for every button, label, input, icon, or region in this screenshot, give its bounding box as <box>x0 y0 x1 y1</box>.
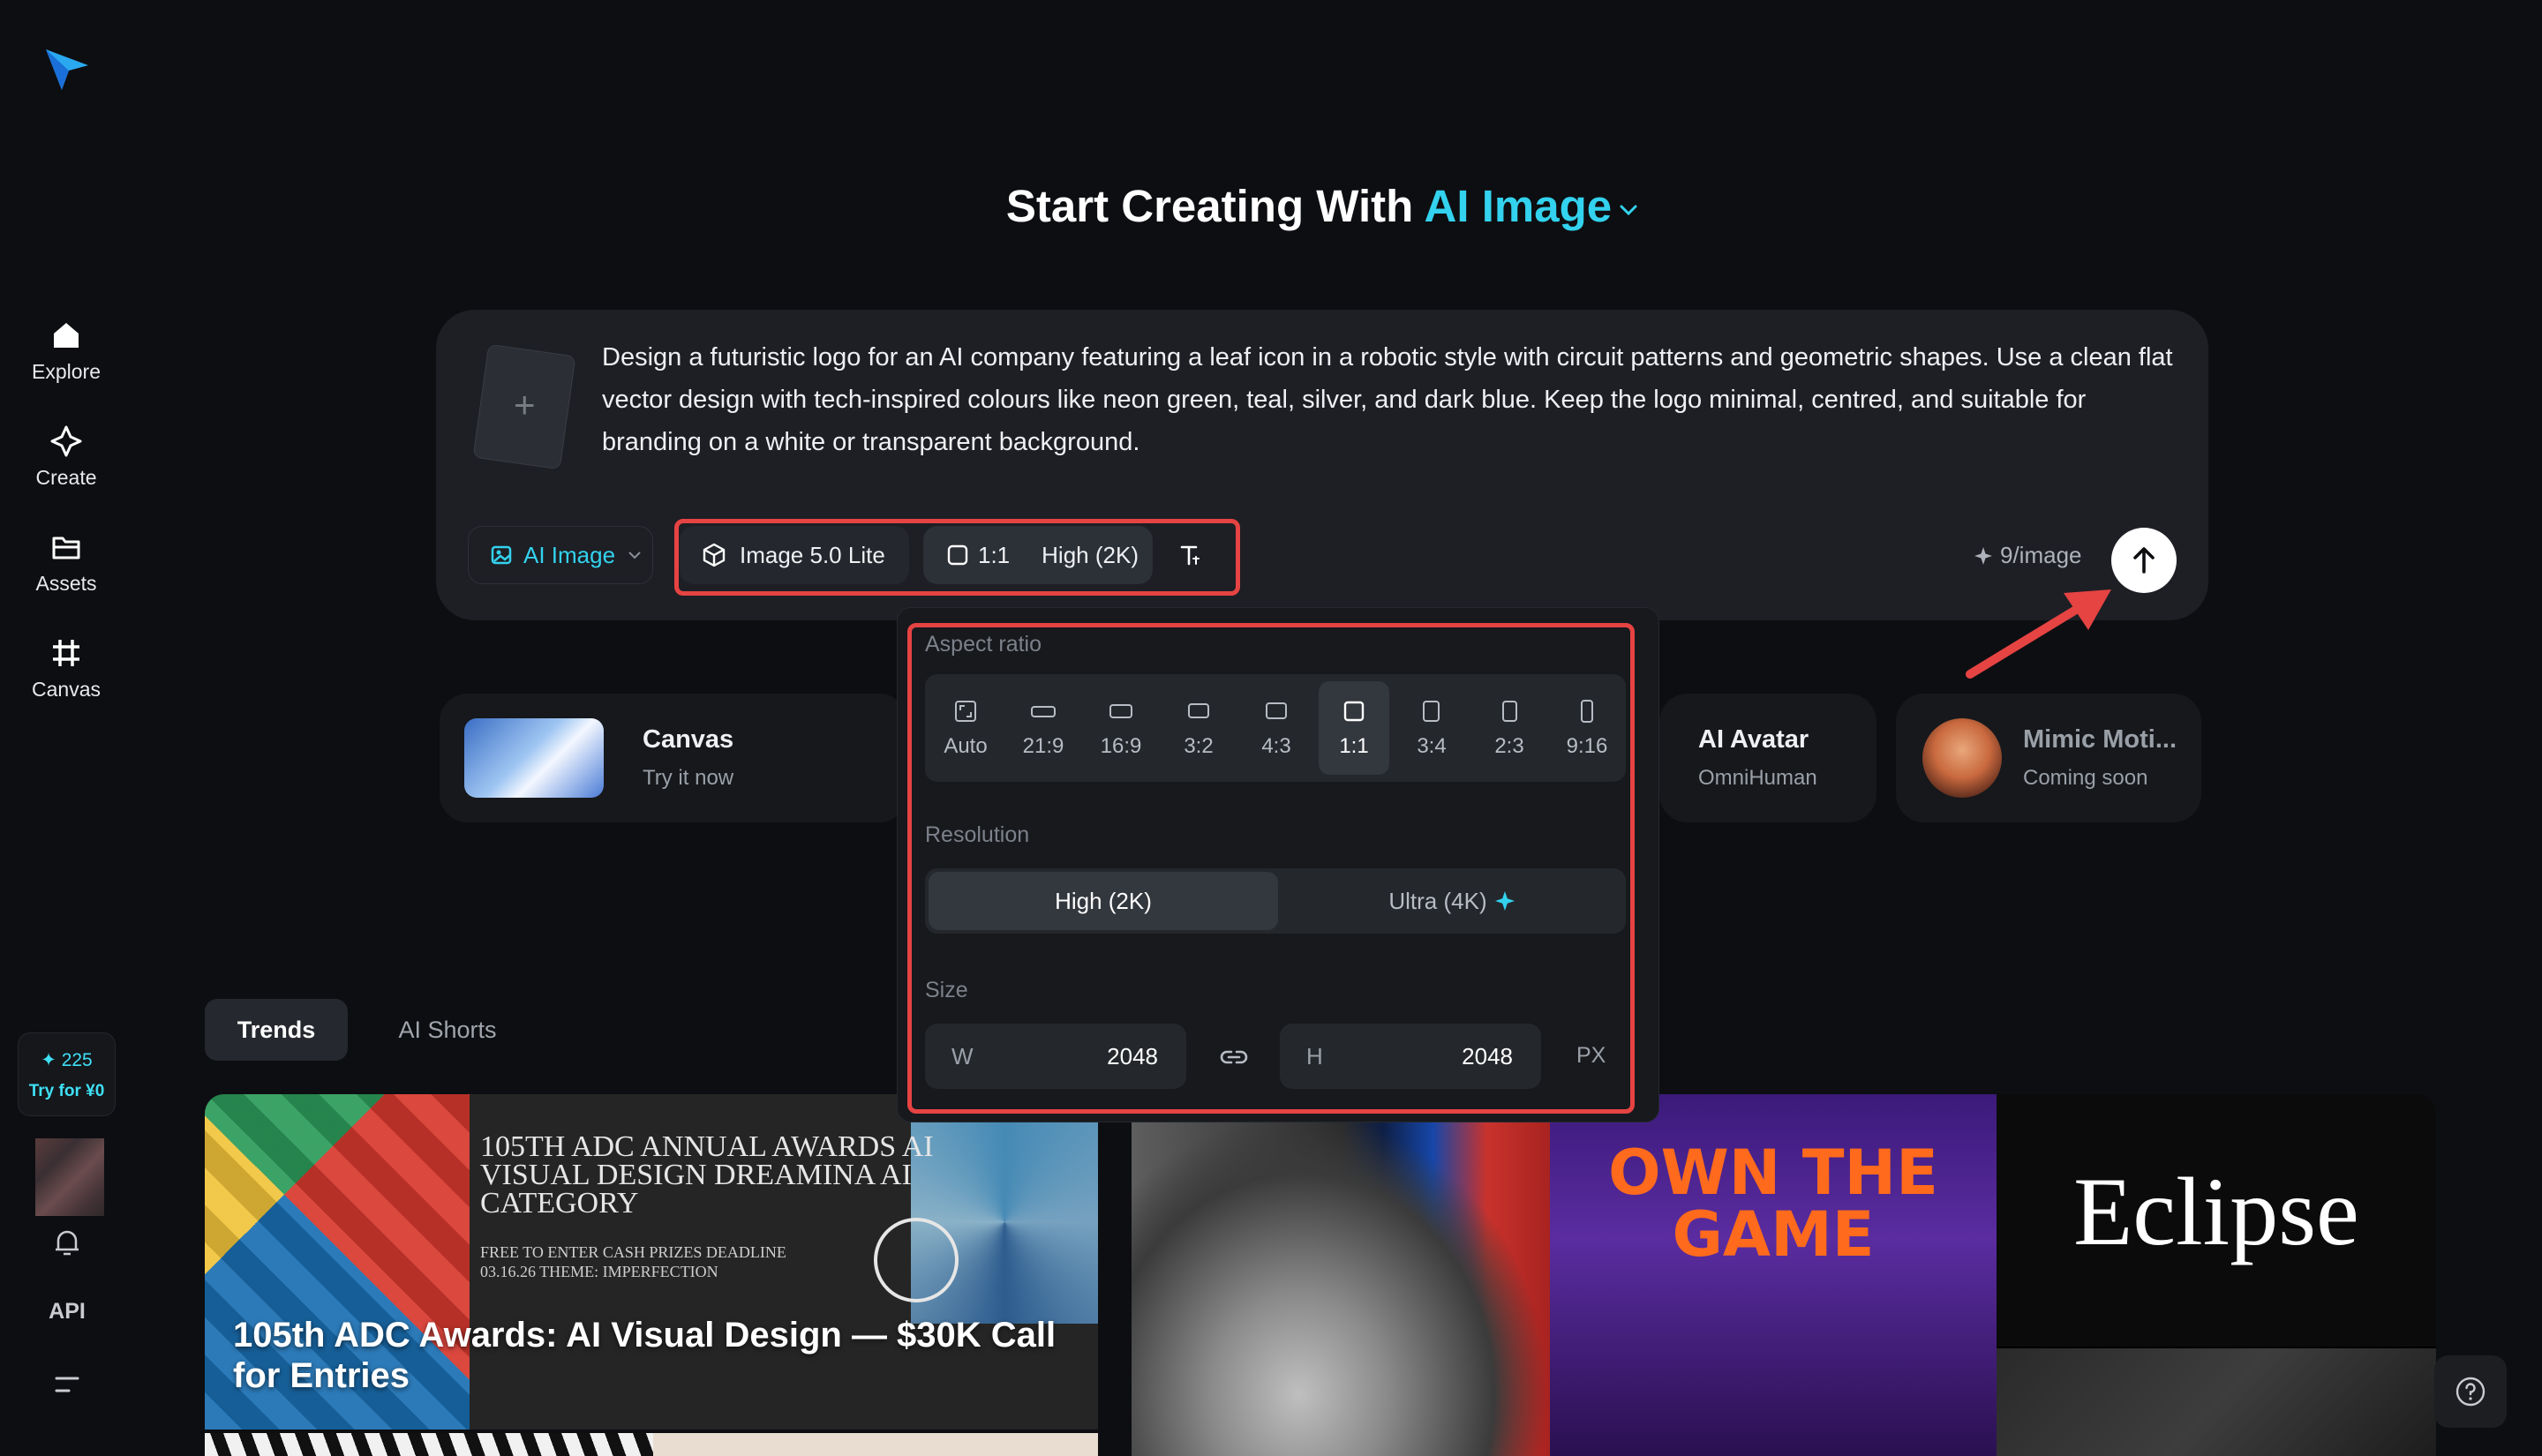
prompt-input[interactable]: Design a futuristic logo for an AI compa… <box>602 336 2173 463</box>
annotation-arrow-icon <box>1959 582 2118 688</box>
gallery-item-portrait[interactable] <box>653 1433 1098 1456</box>
cost-label: 9/image <box>2000 542 2082 568</box>
sidebar-item-assets[interactable]: Assets <box>0 529 132 596</box>
image-icon <box>490 543 515 567</box>
feature-card-ai-avatar[interactable]: AI Avatar OmniHuman <box>1659 694 1876 822</box>
sidebar-item-canvas[interactable]: Canvas <box>0 635 132 702</box>
gallery-item-torn-face[interactable] <box>1132 1112 1550 1456</box>
gallery-item-adc-awards[interactable]: 105TH ADC ANNUAL AWARDS AI VISUAL DESIGN… <box>205 1094 1098 1430</box>
sidebar-item-label: Explore <box>32 360 101 383</box>
feature-card-title: Canvas <box>643 725 734 754</box>
page-title: Start Creating With AI Image <box>0 180 2542 232</box>
trends-gallery: 105TH ADC ANNUAL AWARDS AI VISUAL DESIGN… <box>205 1094 2436 1456</box>
gallery-item-striped[interactable] <box>205 1433 653 1456</box>
sparkle-icon <box>49 424 84 459</box>
poster-details: FREE TO ENTER CASH PRIZES DEADLINE 03.16… <box>480 1243 786 1280</box>
plus-icon: + <box>514 384 536 426</box>
sidebar-item-explore[interactable]: Explore <box>0 318 132 384</box>
mode-label: AI Image <box>523 541 616 568</box>
sparkle-icon <box>1974 546 1993 566</box>
avatar[interactable] <box>35 1138 104 1216</box>
credits-cta: Try for ¥0 <box>28 1082 105 1100</box>
canvas-thumbnail <box>464 718 604 798</box>
title-accent: AI Image <box>1424 181 1613 231</box>
chevron-down-icon <box>1615 197 1642 223</box>
sidebar-item-label: Assets <box>35 572 97 595</box>
send-button[interactable] <box>2111 528 2177 593</box>
generation-mode-dropdown[interactable]: AI Image <box>468 526 653 584</box>
bell-icon[interactable] <box>49 1225 85 1260</box>
feature-card-title: Mimic Moti... <box>2023 725 2177 754</box>
arrow-up-icon <box>2127 544 2161 577</box>
credits-badge[interactable]: ✦ 225 Try for ¥0 <box>18 1032 116 1116</box>
adc-logo-icon <box>874 1218 959 1302</box>
app-logo[interactable] <box>42 44 92 94</box>
tab-ai-shorts[interactable]: AI Shorts <box>371 999 524 1061</box>
feature-card-subtitle: Try it now <box>643 766 734 790</box>
chevron-down-icon <box>626 546 643 564</box>
cost-indicator: 9/image <box>1974 542 2082 569</box>
sidebar-item-label: Create <box>35 466 97 489</box>
annotation-box-tools <box>674 519 1240 596</box>
gallery-item-own-the-game[interactable]: OWN THE GAME <box>1550 1094 1997 1456</box>
annotation-box-popover <box>907 623 1635 1114</box>
feature-card-subtitle: OmniHuman <box>1698 766 1817 790</box>
credits-amount: 225 <box>61 1050 93 1070</box>
feature-card-subtitle: Coming soon <box>2023 766 2148 790</box>
mode-switcher[interactable]: AI Image <box>1425 181 1643 231</box>
api-link[interactable]: API <box>0 1299 134 1325</box>
home-icon <box>49 318 84 353</box>
feature-card-mimic-motion[interactable]: Mimic Moti... Coming soon <box>1896 694 2201 822</box>
gallery-caption: 105th ADC Awards: AI Visual Design — $30… <box>233 1316 1057 1395</box>
title-prefix: Start Creating With <box>1005 181 1414 231</box>
poster-headline: 105TH ADC ANNUAL AWARDS AI VISUAL DESIGN… <box>480 1130 934 1220</box>
grid-hash-icon <box>49 635 84 671</box>
tab-trends[interactable]: Trends <box>205 999 348 1061</box>
sidebar-item-label: Canvas <box>32 678 101 701</box>
add-reference-button[interactable]: + <box>472 343 576 470</box>
help-button[interactable] <box>2434 1355 2507 1428</box>
gallery-item-eclipse[interactable]: Eclipse <box>1997 1094 2436 1456</box>
question-icon <box>2455 1376 2486 1407</box>
feature-card-canvas[interactable]: Canvas Try it now <box>440 694 907 822</box>
sidebar-item-create[interactable]: Create <box>0 424 132 490</box>
poster-title: OWN THE GAME <box>1608 1137 1938 1271</box>
poster-title: Eclipse <box>2073 1158 2359 1265</box>
folder-icon <box>49 529 84 565</box>
menu-icon[interactable] <box>53 1371 81 1398</box>
sparkle-icon: ✦ <box>41 1050 62 1070</box>
feature-card-title: AI Avatar <box>1698 725 1809 754</box>
mimic-thumbnail <box>1922 718 2002 798</box>
